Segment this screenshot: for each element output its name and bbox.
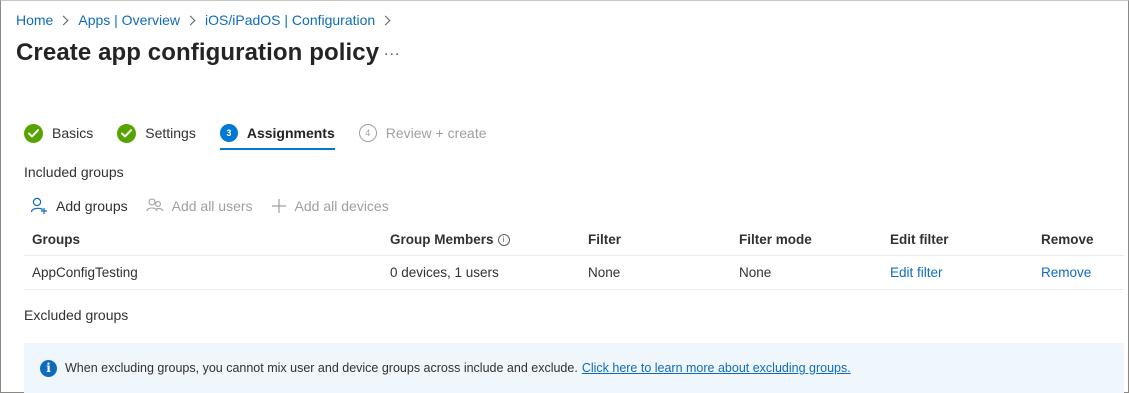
column-header-filter-mode: Filter mode bbox=[739, 231, 812, 247]
page-title: Create app configuration policy bbox=[16, 39, 380, 66]
step-assignments[interactable]: 3 Assignments bbox=[219, 122, 335, 150]
column-header-groups: Groups bbox=[32, 231, 81, 247]
checkmark-icon bbox=[117, 123, 137, 143]
breadcrumb-home[interactable]: Home bbox=[16, 12, 53, 28]
step-label: Review + create bbox=[385, 125, 487, 141]
more-options-button[interactable]: ... bbox=[384, 42, 400, 60]
column-header-group-members: Group Members i bbox=[390, 232, 510, 247]
add-all-devices-button: Add all devices bbox=[271, 198, 389, 214]
filter-mode-value: None bbox=[739, 265, 772, 280]
included-groups-toolbar: Add groups Add all users Add all devices bbox=[30, 196, 407, 216]
table-header: Groups Group Members i Filter Filter mode… bbox=[24, 223, 1124, 256]
step-label: Assignments bbox=[246, 125, 335, 141]
filter-value: None bbox=[588, 265, 621, 280]
wizard-steps: Basics Settings 3 Assignments 4 Review +… bbox=[24, 122, 511, 150]
chevron-right-icon bbox=[185, 15, 196, 25]
breadcrumb: Home Apps | Overview iOS/iPadOS | Config… bbox=[16, 12, 400, 28]
info-banner: i When excluding groups, you cannot mix … bbox=[24, 343, 1124, 393]
info-icon: i bbox=[40, 359, 57, 377]
step-basics[interactable]: Basics bbox=[24, 122, 93, 144]
edit-filter-link[interactable]: Edit filter bbox=[890, 265, 943, 280]
breadcrumb-ios-configuration[interactable]: iOS/iPadOS | Configuration bbox=[205, 12, 375, 28]
included-groups-heading: Included groups bbox=[24, 164, 124, 180]
step-number-badge: 4 bbox=[358, 124, 377, 142]
included-groups-table: Groups Group Members i Filter Filter mode… bbox=[24, 223, 1124, 290]
table-row: AppConfigTesting 0 devices, 1 users None… bbox=[24, 256, 1124, 290]
learn-more-link[interactable]: Click here to learn more about excluding… bbox=[582, 361, 851, 375]
add-all-users-button: Add all users bbox=[146, 197, 253, 215]
column-header-edit-filter: Edit filter bbox=[890, 231, 949, 247]
add-user-icon bbox=[30, 197, 48, 215]
column-header-label: Group Members bbox=[390, 231, 494, 247]
info-banner-text: When excluding groups, you cannot mix us… bbox=[65, 361, 578, 375]
column-header-filter: Filter bbox=[588, 231, 622, 247]
step-review-create: 4 Review + create bbox=[358, 122, 487, 144]
excluded-groups-heading: Excluded groups bbox=[24, 307, 129, 323]
info-icon[interactable]: i bbox=[497, 233, 510, 246]
remove-link[interactable]: Remove bbox=[1041, 265, 1091, 280]
step-label: Settings bbox=[145, 125, 196, 141]
chevron-right-icon bbox=[380, 15, 391, 25]
group-name: AppConfigTesting bbox=[32, 265, 138, 280]
step-label: Basics bbox=[52, 125, 94, 141]
breadcrumb-apps-overview[interactable]: Apps | Overview bbox=[78, 12, 180, 28]
add-groups-button[interactable]: Add groups bbox=[30, 197, 128, 215]
column-header-remove: Remove bbox=[1041, 231, 1094, 247]
chevron-right-icon bbox=[58, 15, 69, 25]
people-icon bbox=[146, 197, 164, 215]
step-settings[interactable]: Settings bbox=[117, 122, 196, 144]
add-groups-label: Add groups bbox=[56, 198, 128, 214]
add-all-users-label: Add all users bbox=[171, 198, 253, 214]
checkmark-icon bbox=[24, 123, 43, 143]
step-number-badge: 3 bbox=[219, 124, 238, 142]
group-members: 0 devices, 1 users bbox=[390, 265, 499, 280]
add-all-devices-label: Add all devices bbox=[294, 198, 389, 214]
plus-icon bbox=[271, 198, 287, 214]
